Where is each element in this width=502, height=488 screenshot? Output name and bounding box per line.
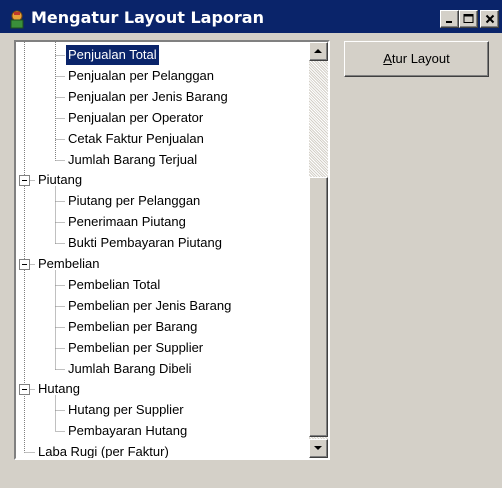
tree-report-item[interactable]: Penjualan per Pelanggan: [66, 66, 216, 86]
tree-report-item[interactable]: Pembayaran Hutang: [66, 421, 189, 441]
atur-layout-accel: A: [383, 51, 392, 66]
tree-report-item[interactable]: Penjualan per Jenis Barang: [66, 87, 230, 107]
tree-report-item[interactable]: Pembelian per Barang: [66, 317, 199, 337]
maximize-button[interactable]: [459, 10, 478, 28]
tree-report-item[interactable]: Pembelian Total: [66, 275, 162, 295]
tree-report-item[interactable]: Hutang per Supplier: [66, 400, 186, 420]
tree-group-item[interactable]: Piutang: [36, 170, 84, 190]
close-button[interactable]: [480, 10, 499, 28]
close-icon: [485, 14, 494, 24]
collapse-minus-icon[interactable]: [19, 383, 30, 395]
report-app-icon: [10, 10, 24, 29]
tree-report-item[interactable]: Pembelian per Jenis Barang: [66, 296, 233, 316]
tree-report-item[interactable]: Penjualan per Operator: [66, 108, 205, 128]
report-tree-view[interactable]: Penjualan Total Penjualan per Pelanggan Pe…: [14, 40, 330, 460]
collapse-minus-icon[interactable]: [19, 258, 30, 270]
tree-scrollbar[interactable]: [309, 42, 328, 458]
maximize-icon: [463, 14, 474, 23]
tree-report-item[interactable]: Penjualan Total: [66, 45, 159, 65]
minimize-button[interactable]: [440, 10, 459, 28]
tree-group-item[interactable]: Pembelian: [36, 254, 101, 274]
title-bar[interactable]: Mengatur Layout Laporan: [0, 0, 502, 33]
collapse-minus-icon[interactable]: [19, 174, 30, 186]
minimize-icon: [445, 21, 452, 23]
report-layout-window: Mengatur Layout Laporan Penjualan Total P…: [0, 0, 502, 488]
scroll-thumb[interactable]: [309, 177, 328, 437]
tree-report-item[interactable]: Cetak Faktur Penjualan: [66, 129, 206, 149]
tree-report-item[interactable]: Jumlah Barang Terjual: [66, 150, 199, 170]
tree-report-item[interactable]: Bukti Pembayaran Piutang: [66, 233, 224, 253]
tree-report-item[interactable]: Jumlah Barang Dibeli: [66, 359, 194, 379]
atur-layout-label: tur Layout: [391, 51, 450, 66]
tree-report-item[interactable]: Penerimaan Piutang: [66, 212, 188, 232]
tree-content: Penjualan Total Penjualan per Pelanggan Pe…: [16, 42, 309, 458]
scroll-down-arrow-icon[interactable]: [309, 439, 328, 458]
tree-group-item[interactable]: Laba Rugi (per Faktur): [36, 442, 171, 458]
scroll-up-arrow-icon[interactable]: [309, 42, 328, 61]
atur-layout-button[interactable]: Atur Layout: [344, 41, 489, 77]
tree-report-item[interactable]: Piutang per Pelanggan: [66, 191, 202, 211]
window-title: Mengatur Layout Laporan: [31, 8, 264, 27]
tree-report-item[interactable]: Pembelian per Supplier: [66, 338, 205, 358]
tree-group-item[interactable]: Hutang: [36, 379, 82, 399]
